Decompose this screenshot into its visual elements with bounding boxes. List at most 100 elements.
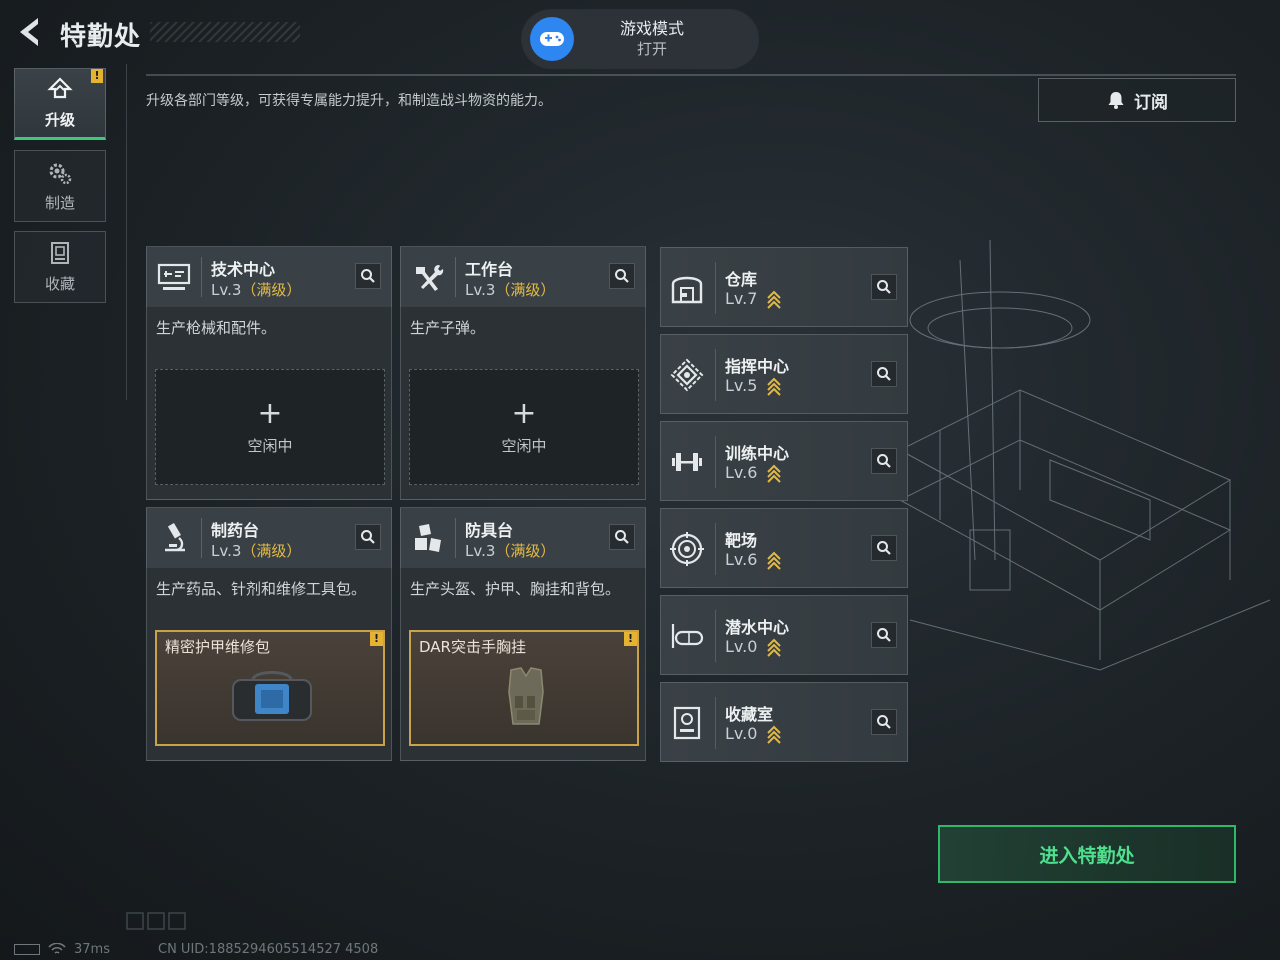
facility-command-center[interactable]: 指挥中心 Lv.5 xyxy=(660,334,908,414)
facility-level: Lv.6 xyxy=(725,550,758,569)
target-icon xyxy=(670,532,704,566)
back-button[interactable] xyxy=(14,14,46,50)
magnifier-icon xyxy=(877,715,891,729)
enter-base-button[interactable]: 进入特勤处 xyxy=(938,825,1236,883)
search-button[interactable] xyxy=(871,274,897,300)
search-button[interactable] xyxy=(355,524,381,550)
tab-collection[interactable]: 收藏 xyxy=(14,231,106,303)
idle-label: 空闲中 xyxy=(501,436,547,455)
game-mode-label: 游戏模式 xyxy=(619,19,684,38)
page-description: 升级各部门等级，可获得专属能力提升，和制造战斗物资的能力。 xyxy=(146,93,552,109)
warehouse-icon xyxy=(671,276,703,304)
facility-divider xyxy=(715,349,716,401)
production-slot-idle[interactable]: + 空闲中 xyxy=(155,369,385,485)
workshop-name: 制药台 xyxy=(211,521,260,540)
upgrade-available-icon xyxy=(767,290,781,309)
search-button[interactable] xyxy=(871,709,897,735)
magnifier-icon xyxy=(877,280,891,294)
game-mode-status: 打开 xyxy=(636,40,667,58)
search-button[interactable] xyxy=(871,622,897,648)
facility-name: 指挥中心 xyxy=(725,357,790,376)
facility-divider xyxy=(715,262,716,314)
dumbbell-icon xyxy=(672,453,702,471)
subscribe-label: 订阅 xyxy=(1134,92,1168,113)
facility-diving-center[interactable]: 潜水中心 Lv.0 xyxy=(660,595,908,675)
workshop-card-workbench[interactable]: 工作台 Lv.3（满级） 生产子弹。 + 空闲中 xyxy=(400,246,646,500)
facility-level: Lv.5 xyxy=(725,376,758,395)
game-mode-toggle[interactable]: 游戏模式 打开 xyxy=(522,10,758,68)
workshop-card-pharmacy[interactable]: 制药台 Lv.3（满级） 生产药品、针剂和维修工具包。 精密护甲维修包 ! xyxy=(146,507,392,761)
ping-value: 37ms xyxy=(74,942,110,957)
tab-upgrade[interactable]: ! 升级 xyxy=(14,68,106,140)
facility-training-center[interactable]: 训练中心 Lv.6 xyxy=(660,421,908,501)
card-divider xyxy=(455,518,456,558)
monitor-icon xyxy=(157,263,191,290)
bottom-decoration xyxy=(126,912,186,930)
hammer-wrench-icon xyxy=(416,265,444,291)
plus-icon: + xyxy=(511,395,537,431)
search-button[interactable] xyxy=(609,524,635,550)
facility-name: 收藏室 xyxy=(725,705,774,724)
magnifier-icon xyxy=(877,628,891,642)
upgrade-available-icon xyxy=(767,464,781,483)
search-button[interactable] xyxy=(355,263,381,289)
production-slot-idle[interactable]: + 空闲中 xyxy=(409,369,639,485)
production-slot-item[interactable]: DAR突击手胸挂 ! xyxy=(409,630,639,746)
facility-level: Lv.0 xyxy=(725,637,758,656)
workshop-description: 生产头盔、护甲、胸挂和背包。 xyxy=(410,580,621,598)
workshop-card-tech-center[interactable]: 技术中心 Lv.3（满级） 生产枪械和配件。 + 空闲中 xyxy=(146,246,392,500)
workshop-card-armory[interactable]: 防具台 Lv.3（满级） 生产头盔、护甲、胸挂和背包。 DAR突击手胸挂 ! xyxy=(400,507,646,761)
sidebar-divider xyxy=(126,64,127,400)
diving-mask-icon xyxy=(671,624,704,648)
command-icon xyxy=(670,358,704,392)
upgrade-icon xyxy=(47,76,73,98)
gamepad-icon xyxy=(530,17,574,61)
facility-name: 训练中心 xyxy=(725,444,790,463)
search-button[interactable] xyxy=(871,535,897,561)
status-bar: 37ms xyxy=(14,942,110,957)
upgrade-available-icon xyxy=(767,725,781,744)
facility-collection-room[interactable]: 收藏室 Lv.0 xyxy=(660,682,908,762)
tab-craft[interactable]: 制造 xyxy=(14,150,106,222)
plus-icon: + xyxy=(257,395,283,431)
workshop-name: 防具台 xyxy=(465,521,514,540)
facility-divider xyxy=(715,523,716,575)
gears-icon xyxy=(49,163,72,184)
wifi-icon xyxy=(48,943,66,954)
facility-warehouse[interactable]: 仓库 Lv.7 xyxy=(660,247,908,327)
chest-rig-image xyxy=(508,667,544,725)
bell-icon xyxy=(1108,92,1124,109)
workshop-level: Lv.3（满级） xyxy=(211,542,302,560)
microscope-icon xyxy=(165,522,185,552)
workshop-level: Lv.3（满级） xyxy=(211,281,302,299)
magnifier-icon xyxy=(361,269,375,283)
search-button[interactable] xyxy=(871,361,897,387)
upgrade-available-icon xyxy=(767,551,781,570)
facility-name: 潜水中心 xyxy=(725,618,790,637)
header-divider xyxy=(146,74,1236,76)
facility-level: Lv.0 xyxy=(725,724,758,743)
subscribe-button[interactable]: 订阅 xyxy=(1038,78,1236,122)
facility-name: 仓库 xyxy=(725,270,758,289)
armor-pieces-icon xyxy=(415,524,441,552)
item-name: 精密护甲维修包 xyxy=(165,638,271,656)
facility-name: 靶场 xyxy=(725,531,758,550)
battery-icon xyxy=(14,944,40,955)
workshop-name: 技术中心 xyxy=(211,260,276,279)
facility-shooting-range[interactable]: 靶场 Lv.6 xyxy=(660,508,908,588)
upgrade-available-icon xyxy=(767,638,781,657)
workshop-description: 生产药品、针剂和维修工具包。 xyxy=(156,580,367,598)
search-button[interactable] xyxy=(609,263,635,289)
card-divider xyxy=(455,257,456,297)
magnifier-icon xyxy=(877,367,891,381)
tab-craft-label: 制造 xyxy=(44,193,75,212)
production-slot-item[interactable]: 精密护甲维修包 ! xyxy=(155,630,385,746)
workshop-description: 生产枪械和配件。 xyxy=(156,319,277,337)
search-button[interactable] xyxy=(871,448,897,474)
warning-badge: ! xyxy=(370,632,383,646)
magnifier-icon xyxy=(877,454,891,468)
idle-label: 空闲中 xyxy=(247,436,293,455)
workshop-level: Lv.3（满级） xyxy=(465,281,556,299)
workshop-level: Lv.3（满级） xyxy=(465,542,556,560)
card-divider xyxy=(201,518,202,558)
